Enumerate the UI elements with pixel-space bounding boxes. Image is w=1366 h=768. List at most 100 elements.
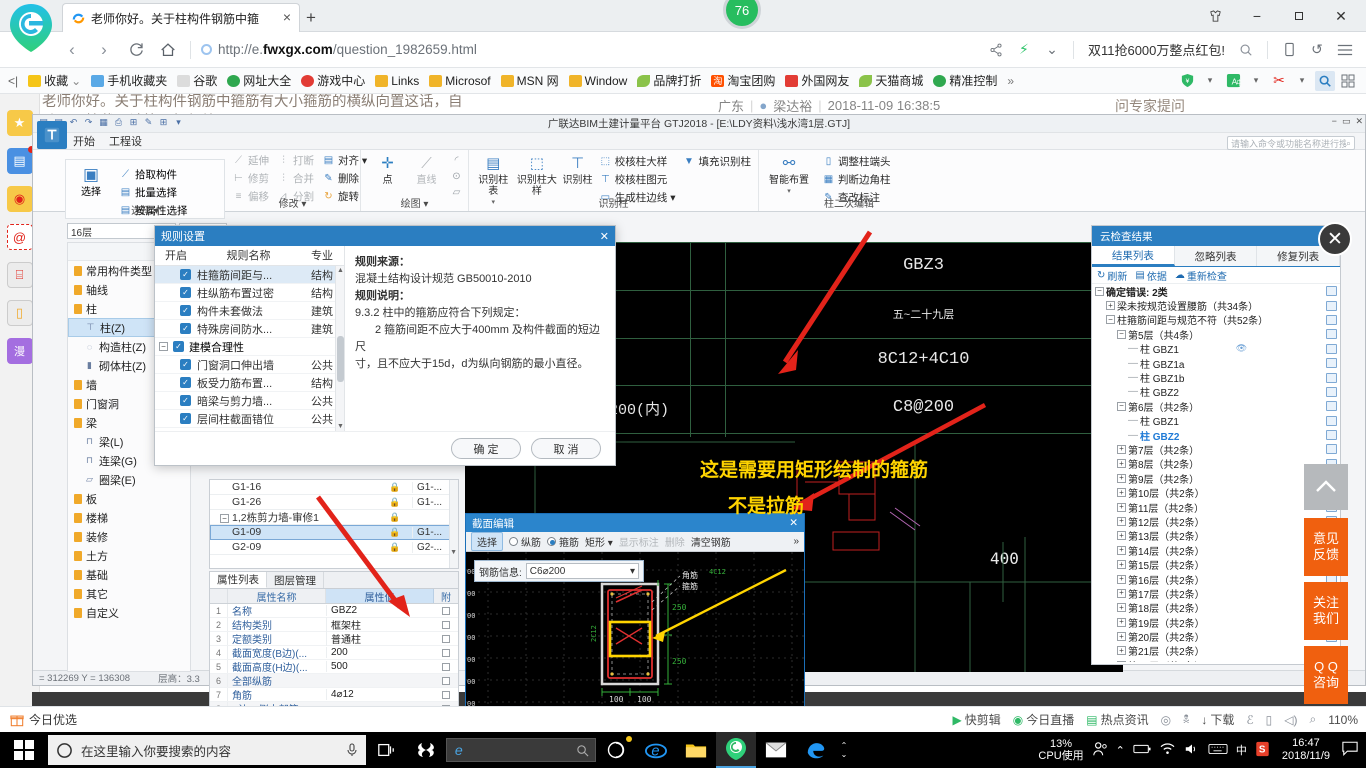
bookmark-item[interactable]: 精准控制 xyxy=(929,70,1001,91)
merge-button[interactable]: ⫶ 合并 xyxy=(275,170,316,187)
expander-icon[interactable]: + xyxy=(1117,603,1126,613)
maximize-button[interactable] xyxy=(1278,0,1320,32)
microphone-icon[interactable] xyxy=(346,743,358,757)
rule-row[interactable]: ✓ 柱纵筋布置过密 结构 xyxy=(155,284,344,302)
rule-row[interactable]: ✓ 门窗洞口伸出墙 公共 xyxy=(155,356,344,374)
smart-layout-button[interactable]: ⚯ 智能布置 ▾ xyxy=(764,152,814,197)
close-button[interactable]: ✕ xyxy=(1320,0,1362,32)
app-menu-button[interactable] xyxy=(37,121,67,149)
sogou-ime-icon[interactable]: S xyxy=(1255,741,1270,760)
checkbox[interactable]: ✓ xyxy=(173,341,184,352)
cloud-check-row[interactable]: + 第17层（共2条） xyxy=(1092,586,1340,601)
rule-row[interactable]: ✓ 层间柱截面错位 公共 xyxy=(155,410,344,428)
arc-tool-icon[interactable]: ◜ xyxy=(450,154,463,167)
expander-icon[interactable]: + xyxy=(1117,502,1126,512)
address-bar[interactable]: http://e.fwxgx.com/question_1982659.html xyxy=(197,35,983,65)
more-tools-button[interactable]: » xyxy=(793,536,799,547)
locate-icon[interactable] xyxy=(1326,358,1337,369)
tab-result-list[interactable]: 结果列表 xyxy=(1092,246,1175,266)
recorder-icon[interactable] xyxy=(596,732,636,768)
tray-expand-icon[interactable]: ⌃ xyxy=(1116,744,1125,757)
checkbox[interactable] xyxy=(442,690,450,699)
expander-icon[interactable]: + xyxy=(1117,588,1126,598)
star-icon[interactable]: ★ xyxy=(6,110,33,136)
gtj-maximize-button[interactable]: ▭ xyxy=(1342,116,1351,127)
zoom-level[interactable]: 110% xyxy=(1328,713,1358,727)
cloud-check-row[interactable]: + 第13层（共2条） xyxy=(1092,529,1340,543)
tab-layer-manage[interactable]: 图层管理 xyxy=(267,572,324,588)
locate-icon[interactable] xyxy=(1326,300,1337,311)
locate-icon[interactable] xyxy=(1326,444,1337,455)
identify-column-button[interactable]: ⊤ 识别柱 xyxy=(561,152,594,188)
cloud-check-row[interactable]: + 第14层（共2条） xyxy=(1092,543,1340,558)
property-value[interactable]: 框架柱 xyxy=(326,617,434,632)
expander-icon[interactable]: − xyxy=(159,342,168,351)
check-column-detail-button[interactable]: ⬚ 校核柱大样 xyxy=(597,153,678,170)
navtree-item[interactable]: 装修 xyxy=(68,527,190,546)
locate-icon[interactable] xyxy=(1326,329,1337,340)
cloud-check-row[interactable]: + 第10层（共2条） xyxy=(1092,485,1340,500)
undo-icon[interactable]: ↶ xyxy=(67,116,80,129)
gtj-minimize-button[interactable]: − xyxy=(1332,116,1337,127)
cloud-check-row[interactable]: − 第6层（共2条） xyxy=(1092,399,1340,414)
expander-icon[interactable]: − xyxy=(1106,315,1115,325)
notification-icon[interactable] xyxy=(1342,741,1358,759)
window-split-icon[interactable]: ▯ xyxy=(1266,713,1273,727)
cloud-check-row[interactable]: — 柱 GBZ2 xyxy=(1092,428,1340,443)
gtj-close-button[interactable]: ✕ xyxy=(1355,116,1363,127)
navtree-item[interactable]: ▱ 圈梁(E) xyxy=(68,470,190,489)
cloud-check-row[interactable]: + 第16层（共2条） xyxy=(1092,572,1340,587)
expander-icon[interactable]: + xyxy=(1117,646,1126,656)
property-value[interactable]: 4⌀12 xyxy=(326,689,434,700)
taskbar-ie-button[interactable]: e xyxy=(636,732,676,768)
checkbox[interactable]: ✓ xyxy=(180,269,191,280)
speed-icon[interactable]: ⚡ xyxy=(1011,36,1037,64)
cloud-check-row[interactable]: + 第11层（共2条） xyxy=(1092,500,1340,515)
shield-icon[interactable]: ¥ xyxy=(1177,71,1197,91)
bookmark-item[interactable]: 游戏中心 xyxy=(297,70,369,91)
search-icon[interactable] xyxy=(1233,36,1259,64)
select-mode-button[interactable]: 选择 xyxy=(471,532,503,551)
close-overlay-button[interactable]: ✕ xyxy=(1318,222,1352,256)
chevron-down-icon[interactable]: ▾ xyxy=(1246,71,1266,91)
property-row[interactable]: 7 角筋 4⌀12 xyxy=(210,688,458,702)
locate-icon[interactable] xyxy=(1326,343,1337,354)
expander-icon[interactable]: + xyxy=(1117,574,1126,584)
bookmark-item[interactable]: Window xyxy=(565,72,632,90)
hot-news-button[interactable]: ▤ 热点资讯 xyxy=(1086,711,1148,728)
redo-icon[interactable]: ↷ xyxy=(82,116,95,129)
delete-button[interactable]: 删除 xyxy=(665,534,685,549)
checkbox[interactable]: ✓ xyxy=(180,323,191,334)
expander-icon[interactable]: − xyxy=(1095,286,1104,296)
cloud-check-row[interactable]: + 第9层（共2条） xyxy=(1092,471,1340,486)
shield-icon[interactable]: ◎ xyxy=(1161,713,1171,727)
bookmark-item[interactable]: 网址大全 xyxy=(223,70,295,91)
chevron-down-icon[interactable]: ⌄ xyxy=(1039,36,1065,64)
volume-icon[interactable]: ◁) xyxy=(1284,713,1297,727)
new-tab-button[interactable]: + xyxy=(306,8,316,28)
mail-icon[interactable]: @ xyxy=(6,224,33,250)
property-value[interactable]: 200 xyxy=(326,647,434,658)
translate-icon[interactable]: A中 xyxy=(1223,71,1243,91)
checkbox[interactable] xyxy=(442,606,450,615)
check-column-element-button[interactable]: ⊤ 校核柱图元 xyxy=(597,171,678,188)
locate-icon[interactable] xyxy=(1326,430,1337,441)
task-view-icon[interactable] xyxy=(366,732,406,768)
cloud-check-row[interactable]: — 柱 GBZ2 xyxy=(1092,385,1340,399)
wifi-icon[interactable] xyxy=(1159,742,1176,758)
comic-icon[interactable]: 漫 xyxy=(6,338,33,364)
component-list-row[interactable]: −1,2栋剪力墙-审修1 🔒 xyxy=(210,510,458,525)
book-icon[interactable]: ▯ xyxy=(6,300,33,326)
taskbar-overflow-arrows[interactable]: ⌃ ⌄ xyxy=(836,732,852,768)
checkbox[interactable] xyxy=(442,634,450,643)
lock-icon[interactable]: 🔒 xyxy=(378,482,412,493)
chevron-down-icon[interactable]: ▾ xyxy=(172,116,185,129)
recheck-button[interactable]: ☁ 重新检查 xyxy=(1175,268,1227,283)
start-button[interactable] xyxy=(0,732,48,768)
theme-icon[interactable] xyxy=(1194,0,1236,32)
bookmark-item[interactable]: 收藏 ⌄ xyxy=(24,70,85,91)
navtree-item[interactable]: 基础 xyxy=(68,565,190,584)
bookmark-item[interactable]: 淘淘宝团购 xyxy=(707,70,779,91)
bookmark-item[interactable]: Links xyxy=(371,72,423,90)
minimize-button[interactable]: − xyxy=(1236,0,1278,32)
